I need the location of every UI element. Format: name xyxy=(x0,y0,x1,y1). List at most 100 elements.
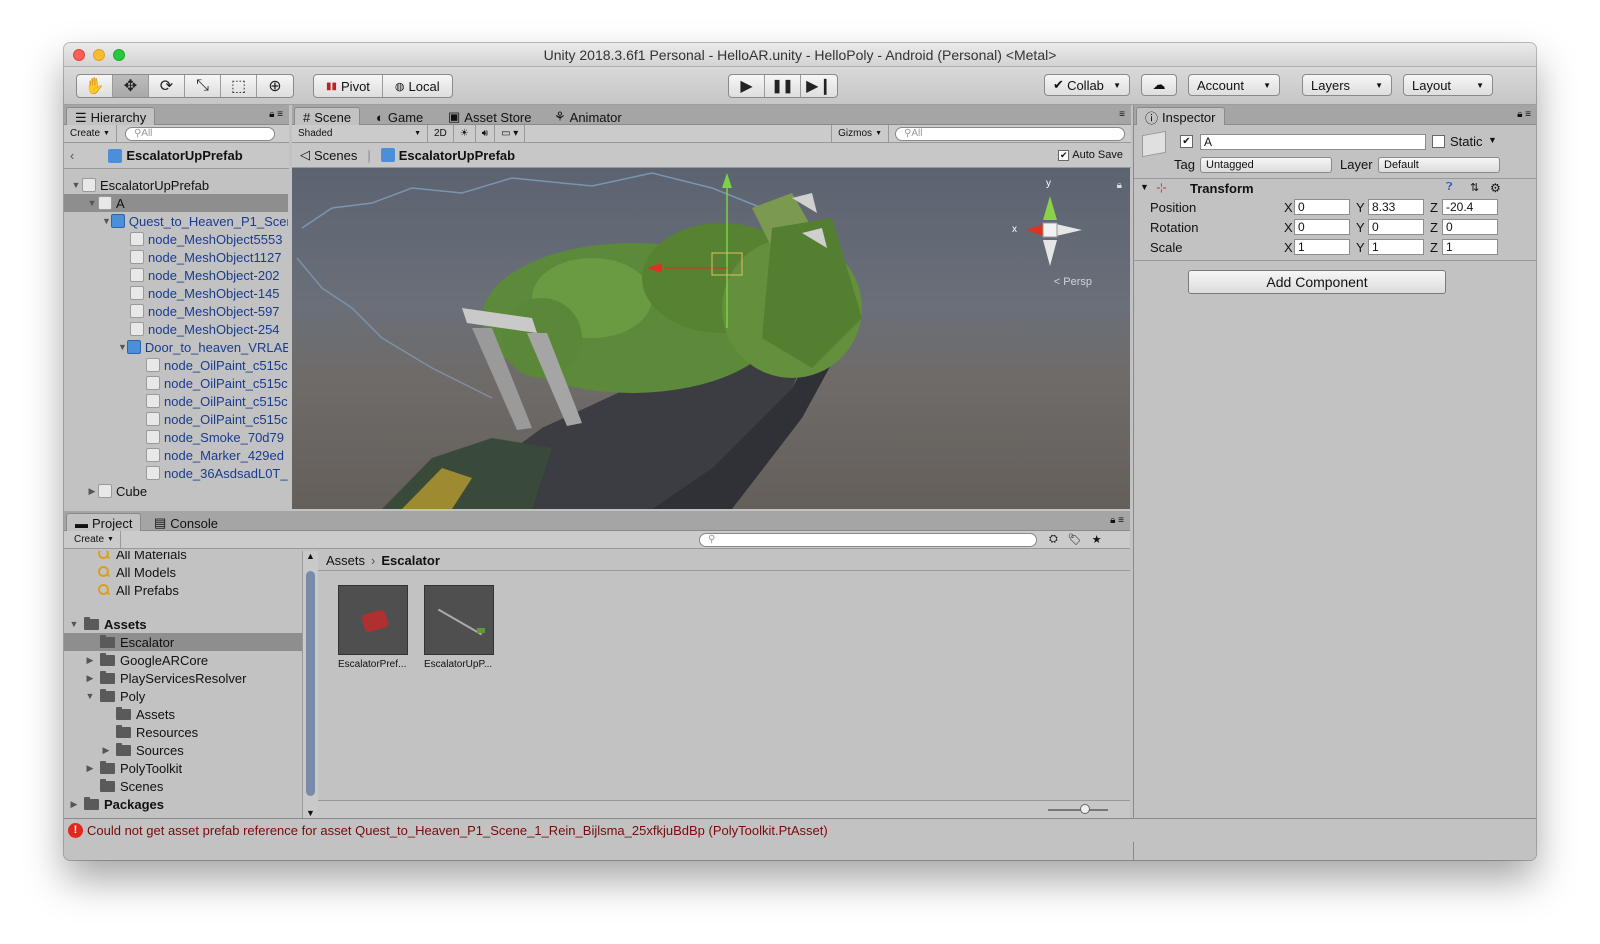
scenes-breadcrumb[interactable]: Scenes xyxy=(314,148,357,163)
hierarchy-create-button[interactable]: Create ▼ xyxy=(64,125,117,142)
tab-asset-store[interactable]: ▣ Asset Store xyxy=(440,107,540,125)
panel-menu-icon[interactable]: ≡ xyxy=(1119,109,1125,120)
hierarchy-item[interactable]: node_MeshObject-202 xyxy=(64,266,288,284)
layout-dropdown[interactable]: Layout ▼ xyxy=(1403,74,1493,96)
tab-animator[interactable]: ⚘ Animator xyxy=(546,107,630,125)
pause-icon[interactable]: ❚❚ xyxy=(765,75,801,97)
foldout-arrow-icon[interactable]: ▶ xyxy=(84,655,96,666)
rotation-x-field[interactable]: 0 xyxy=(1294,219,1350,235)
hierarchy-item[interactable]: node_MeshObject-597 xyxy=(64,302,288,320)
asset-escalator-up-prefab[interactable]: EscalatorUpP... xyxy=(424,585,494,670)
move-tool-icon[interactable]: ✥ xyxy=(113,75,149,97)
position-x-field[interactable]: 0 xyxy=(1294,199,1350,215)
hierarchy-item[interactable]: node_OilPaint_c515c xyxy=(64,392,288,410)
hierarchy-item[interactable]: node_Smoke_70d79 xyxy=(64,428,288,446)
step-icon[interactable]: ▶❙ xyxy=(801,75,837,97)
foldout-arrow-icon[interactable]: ▼ xyxy=(84,691,96,701)
project-folder-item[interactable]: Escalator xyxy=(64,633,302,651)
favorite-search-item[interactable]: All Materials xyxy=(64,551,302,563)
tab-project[interactable]: ▬ Project xyxy=(66,513,142,531)
panel-menu-icon[interactable]: 🔒︎ ≡ xyxy=(1110,515,1124,526)
pivot-button[interactable]: ▮▮ Pivot xyxy=(314,75,383,97)
project-search-input[interactable]: ⚲ xyxy=(698,532,1037,547)
foldout-arrow-icon[interactable]: ▶ xyxy=(68,799,80,810)
hierarchy-item[interactable]: node_MeshObject5553 xyxy=(64,230,288,248)
hierarchy-item[interactable]: node_MeshObject-145 xyxy=(64,284,288,302)
hierarchy-item[interactable]: node_OilPaint_c515c xyxy=(64,356,288,374)
scale-tool-icon[interactable]: ⤡ xyxy=(185,75,221,97)
hierarchy-item[interactable]: ▼ Quest_to_Heaven_P1_Scen xyxy=(64,212,288,230)
position-z-field[interactable]: -20.4 xyxy=(1442,199,1498,215)
favorite-search-item[interactable]: All Models xyxy=(64,563,302,581)
thumbnail-size-slider-track[interactable] xyxy=(1048,809,1108,811)
lock-icon[interactable]: 🔒︎ xyxy=(1117,180,1122,191)
hierarchy-item[interactable]: node_MeshObject-254 xyxy=(64,320,288,338)
layers-dropdown[interactable]: Layers ▼ xyxy=(1302,74,1392,96)
play-icon[interactable]: ▶ xyxy=(729,75,765,97)
project-folder-item[interactable]: Assets xyxy=(64,705,302,723)
project-folder-item[interactable]: ▶ PlayServicesResolver xyxy=(64,669,302,687)
tag-dropdown[interactable]: Untagged xyxy=(1200,157,1332,173)
foldout-arrow-icon[interactable]: ▼ xyxy=(86,198,98,208)
gear-icon[interactable]: ⚙ xyxy=(1490,181,1501,195)
scene-search-input[interactable]: ⚲ All xyxy=(895,126,1125,141)
layer-dropdown[interactable]: Default xyxy=(1378,157,1500,173)
foldout-arrow-icon[interactable]: ▶ xyxy=(84,673,96,684)
project-folder-item[interactable]: ▼ Assets xyxy=(64,615,302,633)
scene-viewport[interactable]: y x 🔒︎ < Persp xyxy=(292,168,1130,509)
breadcrumb-assets[interactable]: Assets xyxy=(326,553,365,568)
orientation-gizmo[interactable]: y x xyxy=(1010,178,1090,278)
account-dropdown[interactable]: Account ▼ xyxy=(1188,74,1280,96)
collab-dropdown[interactable]: ✔ Collab ▼ xyxy=(1044,74,1130,96)
scroll-down-icon[interactable]: ▼ xyxy=(306,808,315,818)
shading-mode-dropdown[interactable]: Shaded ▼ xyxy=(292,125,428,142)
filter-by-type-icon[interactable]: ⛭ xyxy=(1049,533,1058,546)
hierarchy-item[interactable]: ▼ A xyxy=(64,194,288,212)
static-dropdown-icon[interactable]: ▼ xyxy=(1488,135,1497,145)
transform-header[interactable]: Transform xyxy=(1190,181,1254,196)
project-folder-item[interactable]: ▶ Packages xyxy=(64,795,302,813)
scroll-up-icon[interactable]: ▲ xyxy=(306,551,315,561)
hierarchy-item[interactable]: node_OilPaint_c515c xyxy=(64,374,288,392)
foldout-arrow-icon[interactable]: ▼ xyxy=(1140,182,1149,192)
hierarchy-search-input[interactable]: ⚲ All xyxy=(124,126,275,141)
tab-scene[interactable]: # Scene xyxy=(294,107,361,125)
transform-tool-icon[interactable]: ⊕ xyxy=(257,75,293,97)
foldout-arrow-icon[interactable]: ▼ xyxy=(102,216,111,226)
scale-x-field[interactable]: 1 xyxy=(1294,239,1350,255)
position-y-field[interactable]: 8.33 xyxy=(1368,199,1424,215)
auto-save-toggle[interactable]: ✔ Auto Save xyxy=(1058,149,1123,161)
favorite-star-icon[interactable]: ★ xyxy=(1092,533,1102,546)
hierarchy-item[interactable]: node_36AsdsadL0T_ xyxy=(64,464,288,482)
thumbnail-size-slider-thumb[interactable] xyxy=(1080,804,1090,814)
local-button[interactable]: ◍ Local xyxy=(383,75,452,97)
static-checkbox[interactable] xyxy=(1432,135,1445,148)
project-folder-item[interactable]: Resources xyxy=(64,723,302,741)
help-icon[interactable]: ❓︎ xyxy=(1446,181,1453,194)
foldout-arrow-icon[interactable]: ▼ xyxy=(70,180,82,190)
effects-toggle-icon[interactable]: ▭ ▾ xyxy=(495,125,526,142)
breadcrumb-escalator[interactable]: Escalator xyxy=(381,553,440,568)
project-folder-item[interactable]: ▼ Poly xyxy=(64,687,302,705)
panel-menu-icon[interactable]: 🔒︎ ≡ xyxy=(269,109,283,120)
audio-toggle-icon[interactable]: 🔊︎ xyxy=(476,125,496,142)
gizmos-dropdown[interactable]: Gizmos ▼ xyxy=(831,125,889,142)
active-checkbox[interactable]: ✔ xyxy=(1180,135,1193,148)
project-create-button[interactable]: Create ▼ xyxy=(68,531,121,548)
rotation-y-field[interactable]: 0 xyxy=(1368,219,1424,235)
tab-hierarchy[interactable]: ☰ Hierarchy xyxy=(66,107,156,125)
hand-tool-icon[interactable]: ✋ xyxy=(77,75,113,97)
hierarchy-item[interactable]: ▶ Cube xyxy=(64,482,288,500)
project-tree-scrollbar[interactable]: ▲ ▼ xyxy=(302,551,318,818)
project-folder-item[interactable]: ▶ GoogleARCore xyxy=(64,651,302,669)
rotate-tool-icon[interactable]: ⟳ xyxy=(149,75,185,97)
hierarchy-item[interactable]: node_OilPaint_c515c xyxy=(64,410,288,428)
project-folder-item[interactable]: ▶ PolyToolkit xyxy=(64,759,302,777)
add-component-button[interactable]: Add Component xyxy=(1188,270,1446,294)
foldout-arrow-icon[interactable]: ▶ xyxy=(84,763,96,774)
rotation-z-field[interactable]: 0 xyxy=(1442,219,1498,235)
tab-inspector[interactable]: ⓘ Inspector xyxy=(1136,107,1225,126)
project-folder-item[interactable]: ▶ Sources xyxy=(64,741,302,759)
hierarchy-item[interactable]: ▼ EscalatorUpPrefab xyxy=(64,176,288,194)
hierarchy-item[interactable]: node_Marker_429ed xyxy=(64,446,288,464)
